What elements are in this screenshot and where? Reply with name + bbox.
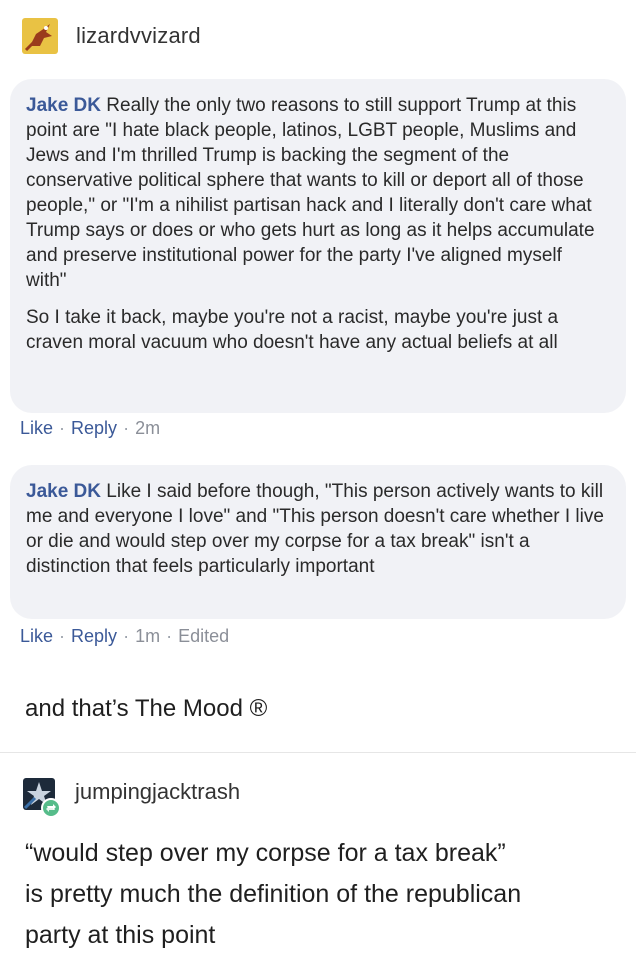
post-caption: and that’s The Mood ® (25, 695, 268, 722)
reblog-header: jumpingjacktrash (23, 778, 240, 818)
edited-label: Edited (178, 626, 230, 646)
reblog-text-line: “would step over my corpse for a tax bre… (25, 839, 506, 867)
reblog-text-line: party at this point (25, 921, 216, 949)
comment-bubble: Jake DK Really the only two reasons to s… (10, 79, 626, 413)
comment-paragraph: Jake DK Like I said before though, "This… (26, 479, 606, 579)
comment-text: Like I said before though, "This person … (26, 481, 604, 577)
comment-bubble: Jake DK Like I said before though, "This… (10, 465, 626, 619)
comment-paragraph: Jake DK Really the only two reasons to s… (26, 93, 606, 293)
reblog-avatar-wrap[interactable] (23, 778, 63, 818)
separator-dot: · (123, 626, 130, 646)
comment-actions: Like · Reply · 2m (20, 418, 160, 439)
comment-author[interactable]: Jake DK (26, 95, 101, 116)
comment-timestamp[interactable]: 2m (135, 418, 160, 439)
reblog-text-line: is pretty much the definition of the rep… (25, 880, 522, 908)
separator-dot: · (123, 418, 130, 438)
like-link[interactable]: Like (20, 418, 53, 439)
comment-author[interactable]: Jake DK (26, 481, 101, 502)
separator-dot: · (59, 418, 66, 438)
separator-dot: · (166, 626, 173, 646)
reblog-username[interactable]: jumpingjacktrash (75, 779, 240, 805)
comment-timestamp[interactable]: 1m (135, 626, 160, 647)
reblog-text: “would step over my corpse for a tax bre… (25, 833, 615, 956)
reblog-icon (41, 798, 61, 818)
comment-text: Really the only two reasons to still sup… (26, 95, 595, 291)
comment-text: So I take it back, maybe you're not a ra… (26, 307, 559, 353)
like-link[interactable]: Like (20, 626, 53, 647)
reply-link[interactable]: Reply (71, 626, 117, 647)
divider (0, 752, 636, 753)
post-username[interactable]: lizardvvizard (76, 23, 201, 49)
reply-link[interactable]: Reply (71, 418, 117, 439)
lizard-avatar-icon[interactable] (22, 18, 58, 54)
post-header: lizardvvizard (22, 18, 201, 54)
comment-actions: Like · Reply · 1m · Edited (20, 626, 229, 647)
separator-dot: · (59, 626, 66, 646)
comment-paragraph: So I take it back, maybe you're not a ra… (26, 305, 606, 355)
